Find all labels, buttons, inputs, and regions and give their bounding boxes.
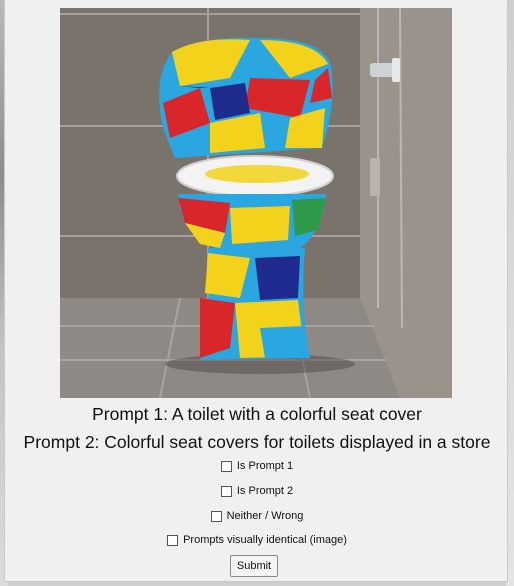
is-prompt-1-checkbox[interactable] bbox=[220, 460, 232, 472]
neither-wrong-label: Neither / Wrong bbox=[226, 510, 304, 522]
prompts-identical-checkbox[interactable] bbox=[167, 534, 179, 546]
submit-button[interactable]: Submit bbox=[230, 555, 278, 577]
option-prompts-identical[interactable]: Prompts visually identical (image) bbox=[0, 534, 514, 550]
option-is-prompt-1[interactable]: Is Prompt 1 bbox=[0, 460, 514, 476]
neither-wrong-checkbox[interactable] bbox=[210, 510, 222, 522]
option-is-prompt-2[interactable]: Is Prompt 2 bbox=[0, 485, 514, 501]
is-prompt-2-label: Is Prompt 2 bbox=[236, 485, 294, 497]
prompt-2-text: Prompt 2: Colorful seat covers for toile… bbox=[23, 432, 491, 452]
is-prompt-2-checkbox[interactable] bbox=[220, 485, 232, 497]
prompts-identical-label: Prompts visually identical (image) bbox=[183, 534, 347, 546]
is-prompt-1-label: Is Prompt 1 bbox=[236, 460, 294, 472]
option-neither-wrong[interactable]: Neither / Wrong bbox=[0, 510, 514, 526]
prompt-1-text: Prompt 1: A toilet with a colorful seat … bbox=[92, 404, 422, 424]
colorful-toilet-image bbox=[60, 8, 452, 398]
